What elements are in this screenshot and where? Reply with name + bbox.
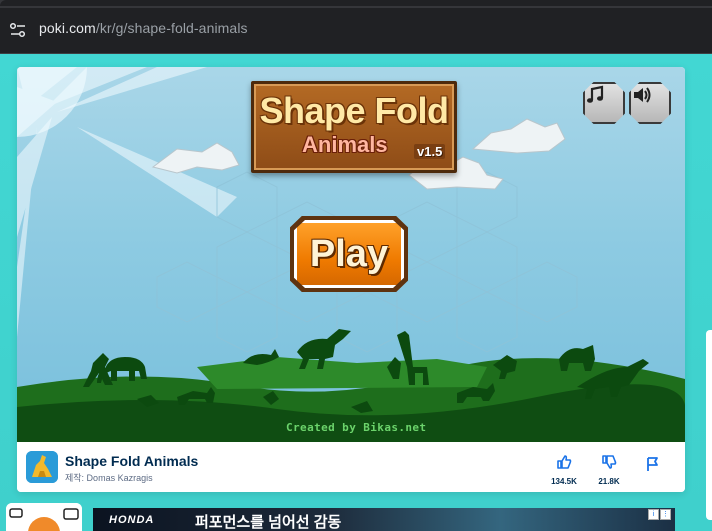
giraffe-thumbnail-icon bbox=[26, 451, 58, 483]
dislike-button[interactable]: 21.8K bbox=[591, 454, 627, 486]
play-label: Play bbox=[309, 232, 389, 275]
url-host: poki.com bbox=[39, 20, 96, 36]
logo-line1: Shape Fold bbox=[259, 90, 449, 131]
version-badge: v1.5 bbox=[414, 144, 446, 159]
logo-line2: Animals bbox=[302, 132, 388, 157]
game-credit: Created by Bikas.net bbox=[286, 421, 427, 434]
like-button[interactable]: 134.5K bbox=[546, 454, 582, 486]
speaker-icon bbox=[634, 87, 651, 103]
ad-brand: HONDA bbox=[109, 514, 155, 526]
url-path: /kr/g/shape-fold-animals bbox=[95, 20, 248, 36]
ad-banner[interactable]: HONDA 퍼포먼스를 넘어선 감동 i ⋮ bbox=[93, 508, 675, 531]
ad-menu-icon[interactable]: ⋮ bbox=[660, 509, 671, 520]
tab-strip bbox=[0, 0, 712, 8]
browser-toolbar: poki.com/kr/g/shape-fold-animals bbox=[0, 0, 712, 54]
game-thumbnail[interactable] bbox=[26, 451, 58, 483]
ad-tile-left[interactable] bbox=[6, 503, 82, 531]
game-canvas[interactable]: Shape Fold Animals v1.5 Play Created by … bbox=[17, 67, 685, 442]
site-settings-icon[interactable] bbox=[9, 22, 27, 38]
like-count: 134.5K bbox=[551, 477, 577, 486]
thumbs-down-icon bbox=[602, 455, 617, 469]
thumbs-up-icon bbox=[557, 455, 572, 469]
game-info-bar: Shape Fold Animals 제작: Domas Kazragis 13… bbox=[17, 442, 685, 492]
flag-icon bbox=[647, 457, 658, 471]
ad-thumbnail-icon bbox=[6, 503, 82, 531]
dislike-count: 21.8K bbox=[598, 477, 620, 486]
side-panel-edge bbox=[706, 330, 712, 520]
game-developer: 제작: Domas Kazragis bbox=[65, 473, 153, 483]
game-card: Shape Fold Animals v1.5 Play Created by … bbox=[17, 67, 685, 492]
game-title: Shape Fold Animals bbox=[65, 453, 199, 469]
ad-headline: 퍼포먼스를 넘어선 감동 bbox=[195, 514, 342, 531]
ad-choices[interactable]: i ⋮ bbox=[648, 509, 671, 520]
report-button[interactable] bbox=[645, 456, 661, 477]
game-logo: Shape Fold Animals v1.5 bbox=[251, 81, 457, 173]
sound-toggle-button[interactable] bbox=[629, 82, 671, 124]
address-bar[interactable]: poki.com/kr/g/shape-fold-animals bbox=[39, 20, 248, 36]
ad-info-icon[interactable]: i bbox=[648, 509, 659, 520]
music-toggle-button[interactable] bbox=[583, 82, 625, 124]
music-note-icon bbox=[587, 85, 604, 103]
play-button[interactable]: Play bbox=[294, 220, 404, 288]
